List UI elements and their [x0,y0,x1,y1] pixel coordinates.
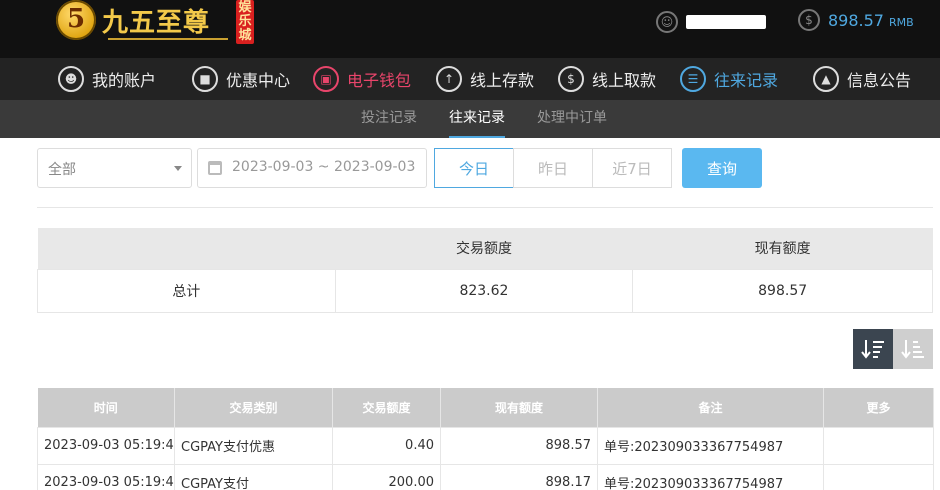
sort-asc-icon [901,340,924,359]
cell-balance: 898.57 [440,426,598,465]
nav-label: 线上存款 [470,71,535,90]
summary-header-amount: 交易额度 [335,228,633,269]
records-table: 时间 交易类别 交易额度 现有额度 备注 更多 2023-09-03 05:19… [37,388,934,490]
logo-badge: 5 [56,0,96,40]
cell-more[interactable] [823,463,934,490]
nav-label: 优惠中心 [226,71,291,90]
tab-transaction-records[interactable]: 往来记录 [449,100,505,138]
chevron-down-icon [174,166,182,171]
col-header-more: 更多 [823,388,934,427]
summary-row: 总计 823.62 898.57 [37,268,933,313]
nav-label: 电子钱包 [347,71,412,90]
col-header-balance: 现有额度 [440,388,598,427]
tab-pending-orders[interactable]: 处理中订单 [537,100,607,138]
summary-header-empty [37,228,336,269]
cell-amount: 0.40 [332,426,441,465]
nav-announcements[interactable]: ▲ 信息公告 [813,58,911,100]
sort-asc-button[interactable] [893,329,933,369]
logo-underline [108,38,228,40]
table-row: 2023-09-03 05:19:42 CGPAY支付优惠 0.40 898.5… [37,426,934,465]
sort-desc-button[interactable] [853,329,893,369]
summary-balance: 898.57 [632,268,933,313]
quick-7days-button[interactable]: 近7日 [592,148,672,188]
cell-amount: 200.00 [332,463,441,490]
nav-label: 我的账户 [92,71,157,90]
summary-label: 总计 [37,268,336,313]
date-range-value: 2023-09-03 ~ 2023-09-03 [232,159,416,175]
user-avatar-icon: ☺ [656,11,678,33]
nav-promotions[interactable]: ■ 优惠中心 [192,58,290,100]
withdraw-icon: $ [558,66,584,92]
col-header-remark: 备注 [597,388,824,427]
cell-remark: 单号:202309033367754987 [597,426,824,465]
summary-header-balance: 现有额度 [632,228,933,269]
records-icon: ☰ [680,66,706,92]
balance-unit: RMB [888,15,914,29]
divider [37,207,933,208]
dollar-icon: $ [798,9,820,31]
sort-buttons [853,329,933,369]
sub-nav: 投注记录 往来记录 处理中订单 [0,100,940,138]
balance-amount: 898.57 [828,10,884,30]
top-bar: 5 九五至尊 娱乐城 ☺ $ 898.57 RMB [0,0,940,58]
summary-amount: 823.62 [334,268,634,313]
balance: $ 898.57 RMB [798,9,914,31]
type-select[interactable]: 全部 [37,148,192,188]
calendar-icon [208,161,222,175]
nav-label: 信息公告 [847,71,912,90]
type-select-value: 全部 [48,162,76,178]
masked-username [686,15,766,29]
nav-records[interactable]: ☰ 往来记录 [680,58,778,100]
gift-icon: ■ [192,66,218,92]
nav-my-account[interactable]: ☻ 我的账户 [58,58,156,100]
col-header-type: 交易类别 [174,388,333,427]
nav-e-wallet[interactable]: ▣ 电子钱包 [313,58,411,100]
nav-online-deposit[interactable]: ↑ 线上存款 [436,58,534,100]
col-header-amount: 交易额度 [332,388,441,427]
cell-time: 2023-09-03 05:19:42 [37,426,175,465]
nav-online-withdraw[interactable]: $ 线上取款 [558,58,656,100]
sort-desc-icon [861,340,884,359]
user-area[interactable]: ☺ [656,10,766,34]
query-button[interactable]: 查询 [682,148,762,188]
user-icon: ☻ [58,66,84,92]
nav-label: 往来记录 [714,71,779,90]
quick-yesterday-button[interactable]: 昨日 [513,148,593,188]
cell-type: CGPAY支付优惠 [174,426,333,465]
cell-time: 2023-09-03 05:19:42 [37,463,175,490]
cell-balance: 898.17 [440,463,598,490]
date-range-input[interactable]: 2023-09-03 ~ 2023-09-03 [197,148,427,188]
deposit-icon: ↑ [436,66,462,92]
cell-remark: 单号:202309033367754987 [597,463,824,490]
table-row: 2023-09-03 05:19:42 CGPAY支付 200.00 898.1… [37,463,934,490]
main-nav: ☻ 我的账户 ■ 优惠中心 ▣ 电子钱包 ↑ 线上存款 $ 线上取款 ☰ 往来记… [0,58,940,100]
brand-sub: 娱乐城 [236,0,254,44]
col-header-time: 时间 [37,388,175,427]
summary-table: 交易额度 现有额度 总计 823.62 898.57 [37,228,933,313]
bell-icon: ▲ [813,66,839,92]
quick-today-button[interactable]: 今日 [434,148,514,188]
tab-bet-records[interactable]: 投注记录 [361,100,417,138]
cell-type: CGPAY支付 [174,463,333,490]
cell-more[interactable] [823,426,934,465]
wallet-icon: ▣ [313,66,339,92]
brand-name: 九五至尊 [102,8,211,38]
nav-label: 线上取款 [592,71,657,90]
